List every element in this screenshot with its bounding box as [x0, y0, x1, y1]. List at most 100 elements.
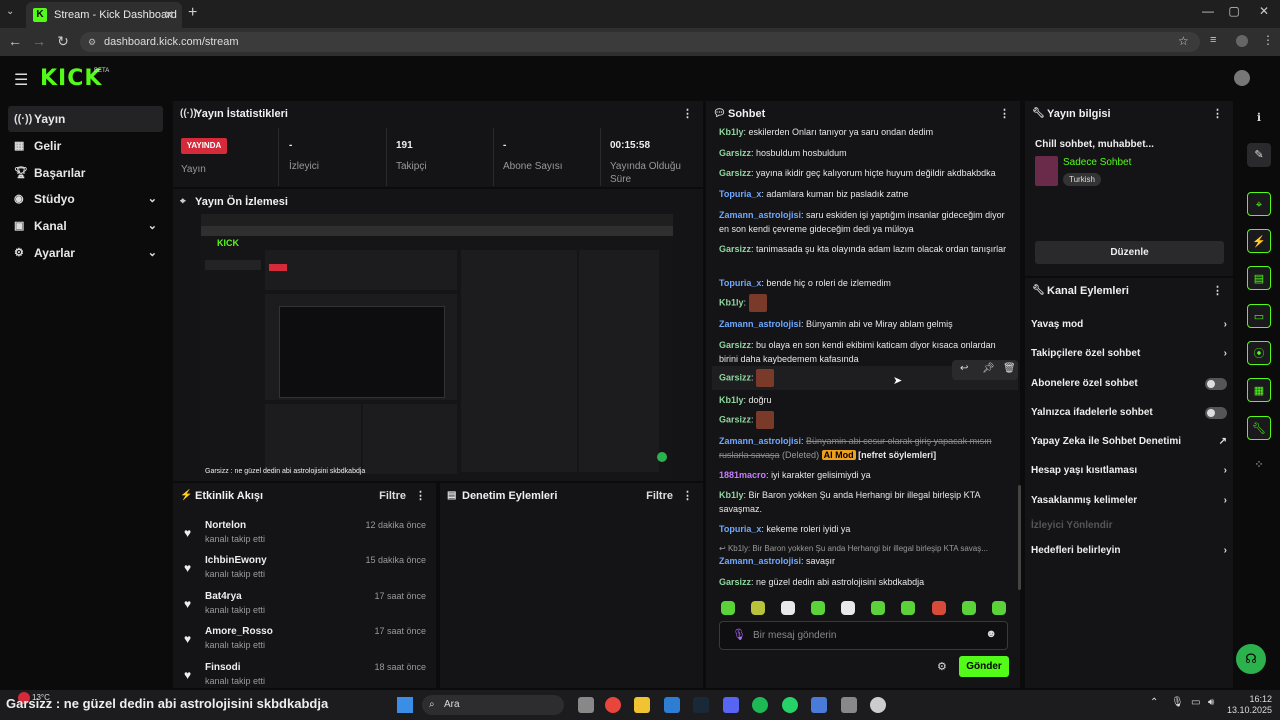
kebab-menu-icon[interactable]: ⋮: [1212, 101, 1223, 127]
document-icon[interactable]: ▤: [1247, 266, 1271, 290]
edit-button[interactable]: Düzenle: [1035, 241, 1224, 264]
goals-row[interactable]: Hedefleri belirleyin ›: [1031, 540, 1231, 562]
edit-pen-icon[interactable]: ✎: [1247, 143, 1271, 167]
chat-username[interactable]: Garsizz: [719, 372, 751, 382]
chat-username[interactable]: Topuria_x: [719, 524, 761, 534]
layout-icon[interactable]: ▦: [1247, 378, 1271, 402]
file-explorer-icon[interactable]: [634, 697, 650, 713]
chat-username[interactable]: Zamann_astrolojisi: [719, 436, 801, 446]
send-button[interactable]: Gönder: [959, 656, 1009, 677]
chat-input[interactable]: 🎙︎ Bir mesaj gönderin ☻: [719, 621, 1008, 650]
category-link[interactable]: Sadece Sohbet: [1063, 157, 1131, 168]
reply-icon[interactable]: ↩: [960, 363, 968, 374]
emote-button[interactable]: [871, 601, 885, 615]
slow-mode-row[interactable]: Yavaş mod ›: [1031, 314, 1231, 336]
chat-username[interactable]: Zamann_astrolojisi: [719, 556, 801, 566]
network-icon[interactable]: ▭: [1191, 697, 1200, 708]
apps-icon[interactable]: ⁘: [1247, 453, 1271, 477]
profile-icon[interactable]: [1236, 35, 1248, 47]
chat-username[interactable]: Topuria_x: [719, 189, 761, 199]
emote-button[interactable]: [721, 601, 735, 615]
account-age-row[interactable]: Hesap yaşı kısıtlaması ›: [1031, 460, 1231, 482]
emote-button[interactable]: [841, 601, 855, 615]
sidebar-item-kanal[interactable]: ▣ Kanal ⌄: [8, 213, 163, 239]
chat-username[interactable]: 1881macro: [719, 470, 766, 480]
forward-icon[interactable]: →: [30, 33, 48, 49]
emote-button[interactable]: [992, 601, 1006, 615]
minimize-icon[interactable]: —: [1196, 4, 1220, 18]
app-icon[interactable]: [811, 697, 827, 713]
hamburger-menu-icon[interactable]: ☰: [14, 70, 28, 90]
media-icon[interactable]: ≡: [1210, 34, 1216, 46]
broadcast-icon[interactable]: ⦿: [1247, 341, 1271, 365]
chat-username[interactable]: Garsizz: [719, 168, 751, 178]
kebab-menu-icon[interactable]: ⋮: [682, 483, 693, 509]
activity-user[interactable]: Amore_Rosso: [205, 626, 273, 637]
sidebar-item-ayarlar[interactable]: ⚙ Ayarlar ⌄: [8, 240, 163, 266]
discord-icon[interactable]: [723, 697, 739, 713]
chat-username[interactable]: Zamann_astrolojisi: [719, 210, 801, 220]
volume-icon[interactable]: 🔊︎: [1208, 697, 1214, 708]
reload-icon[interactable]: ↻: [54, 33, 72, 50]
kebab-menu-icon[interactable]: ⋮: [999, 101, 1010, 127]
browser-tab[interactable]: K Stream - Kick Dashboard ✕: [26, 2, 182, 28]
emote-button[interactable]: [811, 601, 825, 615]
chat-username[interactable]: Kb1ly: [719, 395, 744, 405]
user-avatar[interactable]: [1234, 70, 1250, 86]
tray-chevron-icon[interactable]: ⌃: [1150, 697, 1158, 708]
maximize-icon[interactable]: ▢: [1222, 4, 1246, 18]
emote-button[interactable]: [751, 601, 765, 615]
taskbar-clock[interactable]: 16:12 13.10.2025: [1224, 694, 1272, 716]
activity-user[interactable]: Bat4rya: [205, 591, 242, 602]
chat-icon[interactable]: ▭: [1247, 304, 1271, 328]
taskbar-search[interactable]: ⌕ Ara: [422, 695, 564, 715]
kebab-menu-icon[interactable]: ⋮: [1212, 278, 1223, 304]
tab-list-icon[interactable]: ⌄: [6, 6, 14, 17]
sidebar-item-yayin[interactable]: ((·)) Yayın: [8, 106, 163, 132]
chat-username[interactable]: Garsizz: [719, 340, 751, 350]
chat-settings-icon[interactable]: ⚙: [937, 660, 947, 673]
activity-user[interactable]: Nortelon: [205, 520, 246, 531]
whatsapp-icon[interactable]: [782, 697, 798, 713]
emote-button[interactable]: [781, 601, 795, 615]
target-icon[interactable]: ⌖: [1247, 192, 1271, 216]
wrench-icon[interactable]: 🔧︎: [1247, 416, 1271, 440]
steam-icon[interactable]: [693, 697, 709, 713]
emote-only-toggle[interactable]: [1205, 407, 1227, 419]
emoji-picker-icon[interactable]: ☻: [985, 628, 997, 640]
app-icon[interactable]: [841, 697, 857, 713]
site-info-icon[interactable]: ⚙: [88, 32, 96, 52]
info-icon[interactable]: ℹ: [1247, 106, 1271, 130]
support-headset-icon[interactable]: ☊: [1236, 644, 1266, 674]
chat-username[interactable]: Garsizz: [719, 414, 751, 424]
windows-start-icon[interactable]: [397, 697, 413, 713]
task-view-icon[interactable]: [578, 697, 594, 713]
chat-username[interactable]: Zamann_astrolojisi: [719, 319, 801, 329]
chat-username[interactable]: Kb1ly: [719, 127, 744, 137]
bookmark-star-icon[interactable]: ☆: [1178, 34, 1189, 48]
chat-username[interactable]: Garsizz: [719, 148, 751, 158]
chat-username[interactable]: Topuria_x: [719, 278, 761, 288]
browser-menu-icon[interactable]: ⋮: [1262, 33, 1274, 47]
emote-button[interactable]: [932, 601, 946, 615]
lightning-icon[interactable]: ⚡: [1247, 229, 1271, 253]
pin-icon[interactable]: 📌︎: [982, 363, 995, 374]
emote-button[interactable]: [901, 601, 915, 615]
mic-icon[interactable]: 🎙︎: [1171, 697, 1184, 708]
chat-username[interactable]: Garsizz: [719, 244, 751, 254]
store-icon[interactable]: [664, 697, 680, 713]
activity-filter-button[interactable]: Filtre: [379, 483, 406, 509]
emote-button[interactable]: [962, 601, 976, 615]
activity-user[interactable]: IchbinEwony: [205, 555, 267, 566]
new-tab-button[interactable]: +: [188, 4, 197, 22]
delete-icon[interactable]: 🗑︎: [1003, 363, 1016, 374]
back-icon[interactable]: ←: [6, 33, 24, 49]
close-window-icon[interactable]: ✕: [1252, 4, 1276, 18]
activity-user[interactable]: Finsodi: [205, 662, 241, 673]
banned-words-row[interactable]: Yasaklanmış kelimeler ›: [1031, 490, 1231, 512]
sidebar-item-studyo[interactable]: ◉ Stüdyo ⌄: [8, 186, 163, 212]
sidebar-item-basarilar[interactable]: 🏆︎ Başarılar: [8, 160, 163, 186]
subscribers-only-toggle[interactable]: [1205, 378, 1227, 390]
chrome-icon[interactable]: [605, 697, 621, 713]
url-field[interactable]: ⚙ dashboard.kick.com/stream: [80, 32, 1200, 52]
